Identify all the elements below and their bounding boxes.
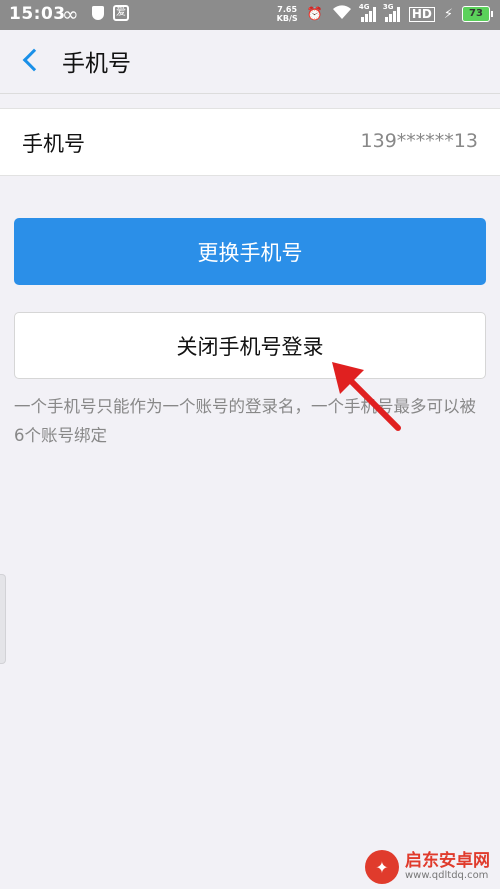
net-type-label-2: 3G — [382, 3, 394, 11]
network-speed-value: 7.65 — [277, 5, 298, 14]
page-title: 手机号 — [62, 51, 131, 77]
watermark: ✦ 启东安卓网 www.qdltdq.com — [365, 850, 490, 884]
watermark-logo-icon: ✦ — [365, 850, 399, 884]
signal-3g-icon: 3G — [382, 3, 400, 22]
disable-phone-login-button[interactable]: 关闭手机号登录 — [14, 312, 486, 379]
phone-value: 139******13 — [360, 130, 478, 152]
status-bar: 15:03 ∞ 爱 7.65 KB/S ⏰ 4G 3G HD ⚡ 73 — [0, 0, 500, 30]
battery-icon: 73 — [462, 6, 493, 22]
change-phone-button[interactable]: 更换手机号 — [14, 218, 486, 285]
network-speed: 7.65 KB/S — [277, 5, 298, 23]
status-time: 15:03 — [9, 4, 66, 24]
alarm-icon: ⏰ — [306, 6, 323, 22]
infinity-icon: ∞ — [62, 2, 79, 26]
status-icons: 7.65 KB/S ⏰ 4G 3G HD ⚡ 73 — [277, 3, 493, 24]
nav-bar: 手机号 — [0, 30, 500, 94]
hd-icon: HD — [408, 6, 435, 22]
watermark-title: 启东安卓网 — [405, 851, 490, 871]
phone-number-row: 手机号 139******13 — [0, 108, 500, 176]
shield-icon — [92, 6, 104, 20]
phone-binding-note: 一个手机号只能作为一个账号的登录名，一个手机号最多可以被6个账号绑定 — [14, 397, 476, 445]
watermark-url: www.qdltdq.com — [405, 870, 489, 881]
annotation-arrow-icon — [332, 362, 401, 431]
app-notification-icon: 爱 — [113, 5, 129, 21]
net-type-label: 4G — [358, 3, 370, 11]
back-arrow-icon[interactable] — [22, 48, 46, 72]
signal-4g-icon: 4G — [358, 3, 376, 22]
phone-label: 手机号 — [22, 132, 85, 156]
side-drawer-handle[interactable] — [0, 574, 6, 664]
network-speed-unit: KB/S — [276, 14, 298, 23]
wifi-icon — [332, 4, 352, 24]
charging-icon: ⚡ — [443, 6, 453, 22]
